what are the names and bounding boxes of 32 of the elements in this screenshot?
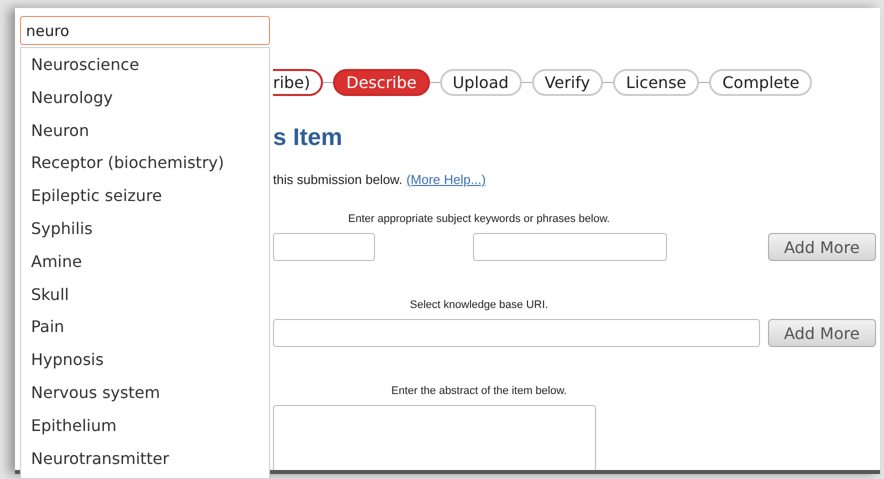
intro-text: this submission below. (More Help...)	[273, 172, 487, 187]
suggestion-item[interactable]: Neurotransmitter	[31, 448, 269, 478]
add-more-button[interactable]: Add More	[768, 233, 876, 261]
suggestion-item[interactable]: Neurology	[31, 86, 269, 120]
suggestion-item[interactable]: Syphilis	[31, 218, 269, 251]
search-field[interactable]: neuro	[20, 16, 270, 45]
progress-step[interactable]: Complete	[709, 68, 812, 96]
keyword-field[interactable]	[273, 233, 375, 261]
page-heading: s Item	[273, 124, 344, 152]
progress-step[interactable]: Verify	[532, 68, 604, 96]
suggestion-item[interactable]: Epithelium	[31, 414, 269, 448]
abstract-field[interactable]	[273, 405, 596, 470]
uri-field[interactable]	[273, 319, 760, 347]
suggestion-item[interactable]: Nervous system	[31, 382, 269, 415]
progress-step[interactable]: Upload	[440, 68, 522, 96]
suggestion-item[interactable]: Skull	[31, 284, 269, 316]
suggestion-item[interactable]: Epileptic seizure	[31, 185, 269, 218]
suggestion-item[interactable]: Receptor (biochemistry)	[31, 152, 269, 186]
suggestion-item[interactable]: Pain	[31, 316, 269, 350]
field-label: Select knowledge base URI.	[408, 299, 550, 311]
field-label: Enter appropriate subject keywords or phrases below.	[347, 213, 611, 225]
progress-step[interactable]: Describe	[333, 68, 430, 96]
progress-step[interactable]: ribe)	[273, 68, 324, 96]
field-label: Enter the abstract of the item below.	[390, 385, 568, 397]
keyword-field[interactable]	[473, 233, 667, 261]
help-link[interactable]: (More Help...)	[406, 172, 486, 187]
progress-step[interactable]: License	[613, 68, 700, 96]
suggestion-item[interactable]: Neuron	[31, 120, 269, 152]
suggestion-item[interactable]: Neuroscience	[31, 54, 269, 87]
suggestion-item[interactable]: Hypnosis	[31, 349, 269, 382]
suggestion-item[interactable]: Amine	[31, 250, 269, 284]
add-more-button[interactable]: Add More	[768, 319, 876, 347]
